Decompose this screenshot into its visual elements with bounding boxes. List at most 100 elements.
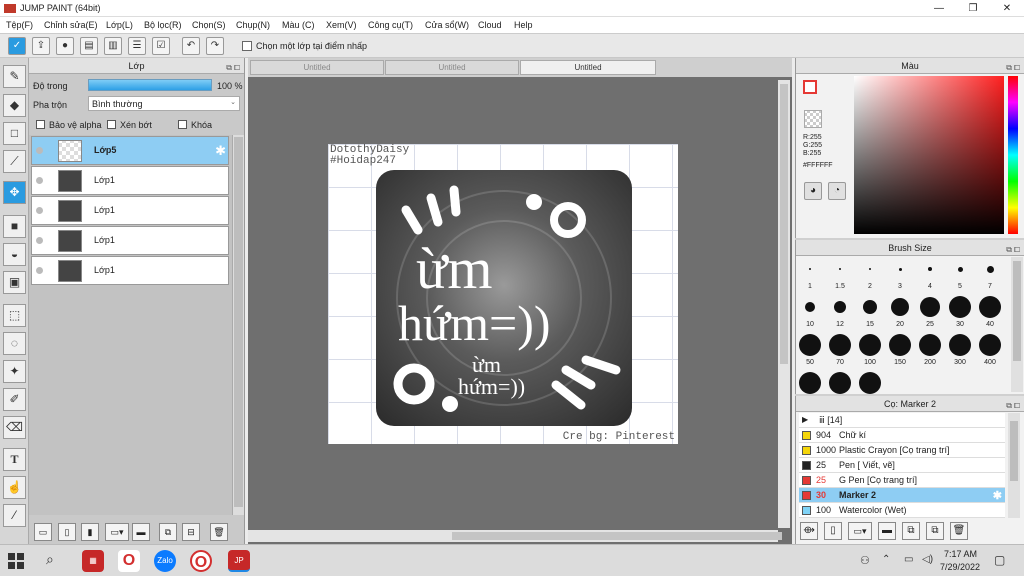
brush-icon[interactable]: ✎ [3,65,26,88]
brush-size-dot[interactable] [898,267,902,271]
brush-add-icon[interactable]: ⟴ [800,522,818,540]
opacity-slider[interactable] [88,79,212,91]
brush-size-dot[interactable] [829,372,851,394]
doc-tab[interactable]: Untitled [250,60,384,75]
panel-popout-icon[interactable]: ⧉ ⧠ [226,60,240,76]
new-vector-icon[interactable]: ▮ [81,523,99,541]
text-icon[interactable]: T [3,448,26,471]
magic-wand-icon[interactable]: ✦ [3,360,26,383]
layer-scrollbar[interactable] [232,135,244,515]
brush-size-dot[interactable] [949,334,971,356]
blend-select[interactable]: Bình thường ⌄ [88,96,240,111]
horizontal-scrollbar[interactable] [248,530,782,542]
panel-popout-icon[interactable]: ⧉ ⧠ [1006,398,1020,414]
palette-edit-icon[interactable]: ◔ [828,182,846,200]
minimize-button[interactable]: — [922,0,956,17]
menu-capture[interactable]: Chụp(N) [236,20,270,30]
brush-size-dot[interactable] [805,302,815,312]
brush-copy-icon[interactable]: ⧉ [902,522,920,540]
network-icon[interactable]: ▭ [904,554,913,565]
brush-duplicate-icon[interactable]: ⧉ [926,522,944,540]
brush-size-dot[interactable] [839,268,841,270]
chevron-up-icon[interactable]: ⌃ [882,554,890,565]
brush-row[interactable]: 25 G Pen [Cọ trang trí] [799,473,1005,488]
scroll-thumb[interactable] [780,84,788,364]
brush-row[interactable]: 30 Marker 2 ✱ [799,488,1005,503]
brush-size-dot[interactable] [891,298,909,316]
vertical-scrollbar[interactable] [778,80,790,528]
brush-size-dot[interactable] [799,372,821,394]
palette-icon[interactable]: ◕ [804,182,822,200]
transparent-swatch[interactable] [804,110,822,128]
brush-size-scrollbar[interactable] [1011,257,1023,392]
document-canvas[interactable]: DotothyDaisy #Hoidap247 ừm hứm=)) ừm hứm… [328,144,678,444]
brush-size-dot[interactable] [979,334,1001,356]
visibility-icon[interactable] [36,237,43,244]
zalo-icon[interactable]: Zalo [154,550,176,572]
layer-row[interactable]: Lớp1 [31,226,229,255]
search-icon[interactable]: ⌕ [46,551,54,568]
brush-size-dot[interactable] [979,296,1001,318]
brush-row[interactable]: 25 Pen [ Viết, vẽ] [799,458,1005,473]
menu-cloud[interactable]: Cloud [478,20,502,30]
app-icon[interactable]: ▦ [82,550,104,572]
line-icon[interactable]: ⟋ [3,150,26,173]
select-pen-icon[interactable]: ✐ [3,388,26,411]
gear-icon[interactable]: ✱ [215,143,226,159]
notification-icon[interactable]: ▢ [994,553,1005,567]
menu-color[interactable]: Màu (C) [282,20,315,30]
export-icon[interactable]: ⇪ [32,37,50,55]
foreground-swatch[interactable] [803,80,817,94]
color-saturation-field[interactable] [854,76,1004,234]
brush-trash-icon[interactable]: 🗑 [950,522,968,540]
visibility-icon[interactable] [36,177,43,184]
close-button[interactable]: ✕ [990,0,1024,17]
duplicate-icon[interactable]: ⧉ [159,523,177,541]
expand-triangle-icon[interactable]: ▶ [802,415,808,424]
select-eraser-icon[interactable]: ⌫ [3,416,26,439]
trash-icon[interactable]: 🗑 [210,523,228,541]
rectangle-icon[interactable]: □ [3,122,26,145]
new-layer-icon[interactable]: ▭ [34,523,52,541]
select-layer-checkbox[interactable] [242,41,252,51]
visibility-icon[interactable] [36,147,43,154]
lasso-icon[interactable]: ◌ [3,332,26,355]
sync-icon[interactable]: ✓ [8,37,26,55]
doc-tab[interactable]: Untitled [385,60,519,75]
folder-icon[interactable]: ▬ [132,523,150,541]
menu-help[interactable]: Help [514,20,533,30]
eyedropper-icon[interactable]: ⁄ [3,504,26,527]
eraser-icon[interactable]: ◆ [3,94,26,117]
fill-rect-icon[interactable]: ■ [3,215,26,238]
clock-time[interactable]: 7:17 AM [944,549,977,559]
clipping-checkbox[interactable] [107,120,116,129]
page-icon[interactable]: ▥ [104,37,122,55]
brush-size-dot[interactable] [869,268,871,270]
brush-scrollbar[interactable] [1008,413,1020,518]
brush-size-dot[interactable] [863,300,877,314]
menu-select[interactable]: Chọn(S) [192,20,226,30]
merge-icon[interactable]: ⊟ [182,523,200,541]
menu-layer[interactable]: Lớp(L) [106,20,133,30]
bucket-icon[interactable]: ◒ [3,243,26,266]
brush-folder-icon[interactable]: ▬ [878,522,896,540]
brush-size-dot[interactable] [859,372,881,394]
brush-row[interactable]: 100 Watercolor (Wet) [799,503,1005,518]
visibility-icon[interactable] [36,267,43,274]
brush-size-dot[interactable] [920,297,940,317]
menu-window[interactable]: Cửa sổ(W) [425,20,469,30]
brush-size-dot[interactable] [834,301,846,313]
add-layer-menu-icon[interactable]: ▭▾ [105,523,129,541]
scroll-thumb[interactable] [1013,261,1021,361]
brush-size-dot[interactable] [809,268,811,270]
opera-icon[interactable]: O [118,550,140,572]
undo-icon[interactable]: ↶ [182,37,200,55]
redo-icon[interactable]: ↷ [206,37,224,55]
gear-icon[interactable]: ✱ [993,489,1002,502]
menu-file[interactable]: Tệp(F) [6,20,33,30]
scroll-thumb[interactable] [234,137,243,507]
menu-view[interactable]: Xem(V) [326,20,357,30]
maximize-button[interactable]: ❐ [956,0,990,17]
people-icon[interactable]: ⚇ [860,554,870,567]
layer-row[interactable]: Lớp1 [31,256,229,285]
